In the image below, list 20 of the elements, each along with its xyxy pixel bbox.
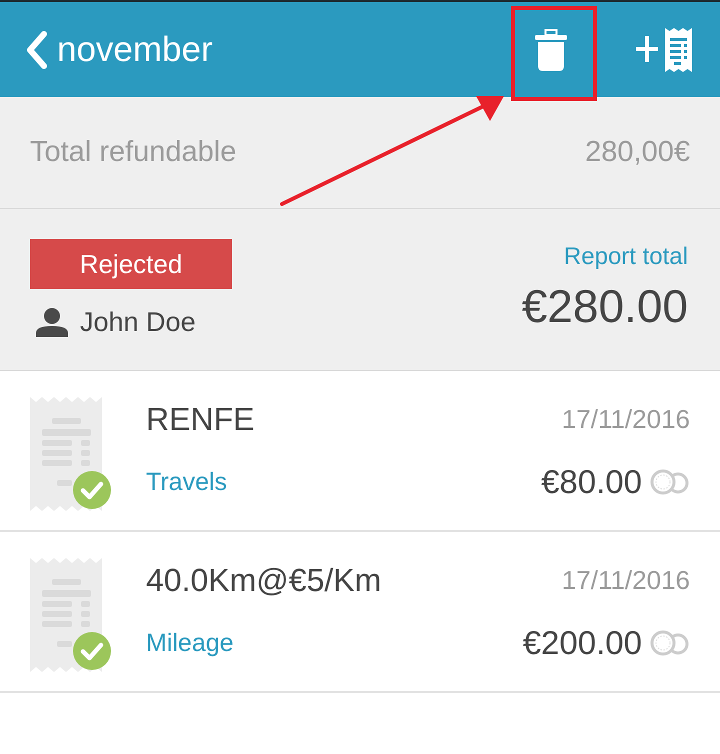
expense-amount: €200.00: [522, 624, 642, 662]
expense-date: 17/11/2016: [562, 564, 690, 596]
expense-amount: €80.00: [541, 463, 642, 501]
report-total-value: €280.00: [522, 279, 688, 333]
coins-icon: [650, 469, 690, 495]
expense-category: Mileage: [146, 628, 235, 658]
expense-category: Travels: [146, 468, 228, 496]
coins-icon: [650, 630, 690, 656]
add-receipt-icon[interactable]: [636, 28, 692, 72]
report-total-label: Report total: [564, 243, 688, 271]
expense-title: 40.0Km@€5/Km: [146, 562, 382, 598]
trash-icon[interactable]: [535, 28, 567, 70]
expense-date: 17/11/2016: [562, 404, 690, 434]
status-badge: Rejected: [30, 239, 232, 289]
owner-name: John Doe: [80, 307, 196, 338]
summary-label: Total refundable: [30, 136, 236, 169]
person-icon: [36, 308, 68, 337]
summary-value: 280,00€: [585, 136, 690, 169]
chevron-left-icon: [26, 30, 48, 68]
expense-title: RENFE: [146, 400, 256, 438]
